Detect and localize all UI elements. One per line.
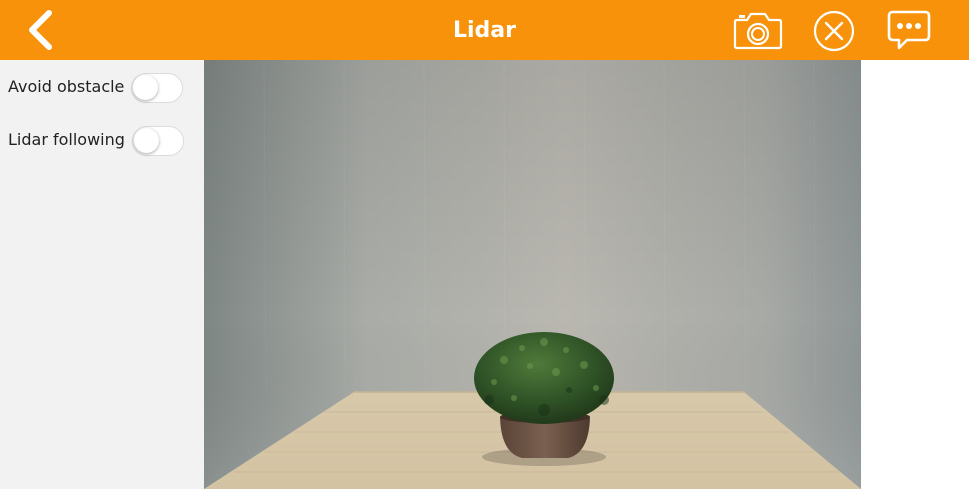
control-sidebar: Avoid obstacle Lidar following bbox=[0, 60, 204, 489]
lidar-following-toggle[interactable] bbox=[132, 126, 184, 156]
close-circle-icon bbox=[813, 10, 855, 52]
toggle-knob bbox=[133, 75, 158, 100]
app-root: Lidar Avoid obstacle Lidar following bbox=[0, 0, 969, 489]
right-panel bbox=[861, 60, 969, 489]
avoid-obstacle-label: Avoid obstacle bbox=[8, 77, 125, 96]
camera-icon bbox=[733, 12, 783, 50]
chat-button[interactable] bbox=[885, 8, 935, 54]
camera-feed-image bbox=[204, 60, 861, 489]
lidar-following-row: Lidar following bbox=[8, 126, 198, 156]
camera-button[interactable] bbox=[733, 8, 783, 54]
toggle-knob bbox=[134, 128, 159, 153]
header-bar: Lidar bbox=[0, 0, 969, 60]
avoid-obstacle-toggle[interactable] bbox=[131, 73, 183, 103]
back-button[interactable] bbox=[22, 8, 62, 52]
chat-bubble-icon bbox=[887, 10, 931, 50]
lidar-following-label: Lidar following bbox=[8, 130, 125, 149]
close-button[interactable] bbox=[810, 8, 860, 54]
camera-feed bbox=[204, 60, 861, 489]
chevron-left-icon bbox=[29, 10, 52, 50]
avoid-obstacle-row: Avoid obstacle bbox=[8, 73, 198, 103]
